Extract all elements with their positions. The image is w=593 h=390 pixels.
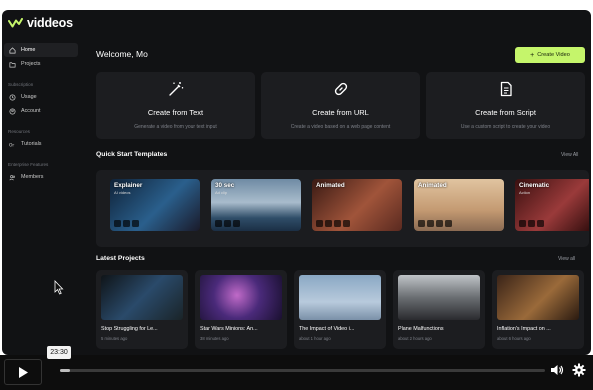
sidebar-section-title: Enterprise Features [8, 162, 49, 167]
template-badges [418, 220, 452, 227]
template-badges [316, 220, 350, 227]
sidebar-item-label: Tutorials [21, 141, 42, 147]
template-card-cinematic[interactable]: Cinematic Action [515, 179, 589, 231]
link-icon [334, 82, 348, 96]
project-thumbnail [497, 275, 579, 320]
project-card[interactable]: Star Wars Minions: An... 38 minutes ago [195, 270, 287, 349]
play-button[interactable] [4, 359, 42, 385]
mouse-cursor-icon [54, 280, 64, 295]
progress-bar[interactable] [60, 369, 545, 372]
template-badges [215, 220, 240, 227]
sidebar-item-label: Projects [21, 61, 41, 67]
template-subtitle: Action [519, 190, 531, 195]
project-thumbnail [200, 275, 282, 320]
app-window: viddeos Home Projects Subscription Usage… [2, 10, 591, 355]
template-name: Animated [316, 182, 345, 189]
templates-carousel: Explainer AI videos 30 sec Ad clip Anima… [96, 170, 589, 247]
projects-section-title: Latest Projects [96, 255, 145, 262]
tutorials-icon: Or [9, 142, 14, 148]
create-from-url-card[interactable]: Create from URL Create a video based on … [261, 72, 420, 139]
template-card-explainer[interactable]: Explainer AI videos [110, 179, 200, 231]
create-video-button[interactable]: + Create Video [515, 47, 585, 63]
project-time: about 1 hour ago [299, 336, 331, 341]
project-title: Plane Malfunctions [398, 326, 444, 332]
template-badges [519, 220, 544, 227]
card-title: Create from Script [475, 108, 536, 117]
templates-section-title: Quick Start Templates [96, 151, 168, 158]
progress-fill [60, 369, 70, 372]
template-card-30-sec[interactable]: 30 sec Ad clip [211, 179, 301, 231]
time-tooltip: 23:30 [47, 346, 71, 359]
project-time: 38 minutes ago [200, 336, 229, 341]
project-thumbnail [299, 275, 381, 320]
svg-text:Or: Or [9, 142, 14, 148]
template-name: Animated [418, 182, 447, 189]
template-name: Cinematic [519, 182, 550, 189]
members-icon [9, 174, 16, 180]
project-time: about 6 hours ago [497, 336, 531, 341]
create-from-text-card[interactable]: Create from Text Generate a video from y… [96, 72, 255, 139]
card-description: Create a video based on a web page conte… [290, 124, 391, 130]
create-video-label: Create Video [537, 52, 570, 58]
template-name: Explainer [114, 182, 143, 189]
screen: viddeos Home Projects Subscription Usage… [0, 0, 593, 390]
app-logo[interactable]: viddeos [8, 16, 73, 30]
sidebar-item-label: Members [21, 174, 44, 180]
sidebar-item-account[interactable]: Account [4, 104, 78, 118]
create-from-script-card[interactable]: Create from Script Use a custom script t… [426, 72, 585, 139]
project-card[interactable]: Stop Struggling for Le... 5 minutes ago [96, 270, 188, 349]
script-icon [500, 81, 512, 97]
sidebar-item-usage[interactable]: Usage [4, 90, 78, 104]
sidebar-section-title: Subscription [8, 82, 34, 87]
project-time: about 2 hours ago [398, 336, 432, 341]
plus-icon: + [530, 51, 535, 59]
play-icon [19, 366, 28, 378]
welcome-heading: Welcome, Mo [96, 49, 148, 59]
project-card[interactable]: The Impact of Video i... about 1 hour ag… [294, 270, 386, 349]
template-name: 30 sec [215, 182, 235, 189]
app-name: viddeos [27, 16, 73, 30]
project-thumbnail [398, 275, 480, 320]
project-card[interactable]: Inflation's Impact on ... about 6 hours … [492, 270, 584, 349]
logo-mark-icon [8, 18, 23, 28]
card-title: Create from URL [312, 108, 369, 117]
settings-gear-icon[interactable] [572, 363, 586, 377]
template-badges [114, 220, 139, 227]
folder-icon [9, 61, 16, 67]
sidebar: Home Projects Subscription Usage Account… [2, 42, 82, 355]
project-title: Inflation's Impact on ... [497, 326, 551, 332]
project-title: Stop Struggling for Le... [101, 326, 158, 332]
project-thumbnail [101, 275, 183, 320]
clock-icon [9, 94, 16, 100]
sidebar-item-members[interactable]: Members [4, 170, 78, 184]
template-card-animated-2[interactable]: Animated [414, 179, 504, 231]
sidebar-section-title: Resources [8, 129, 30, 134]
video-player-controls: 23:30 [0, 346, 593, 390]
magic-wand-icon [169, 82, 184, 96]
template-subtitle: Ad clip [215, 190, 228, 195]
templates-view-all-link[interactable]: View All [561, 152, 578, 158]
template-subtitle: AI videos [114, 190, 131, 195]
card-title: Create from Text [147, 108, 204, 117]
projects-view-all-link[interactable]: View all [558, 256, 575, 262]
volume-icon[interactable] [550, 363, 564, 377]
project-title: The Impact of Video i... [299, 326, 355, 332]
home-icon [9, 46, 16, 53]
project-title: Star Wars Minions: An... [200, 326, 258, 332]
sidebar-item-home[interactable]: Home [4, 43, 78, 57]
project-card[interactable]: Plane Malfunctions about 2 hours ago [393, 270, 485, 349]
card-description: Generate a video from your text input [134, 124, 217, 130]
sidebar-item-label: Usage [21, 94, 37, 100]
sidebar-item-tutorials[interactable]: Or Tutorials [4, 137, 78, 151]
project-time: 5 minutes ago [101, 336, 128, 341]
card-description: Use a custom script to create your video [460, 124, 551, 130]
template-card-animated-1[interactable]: Animated [312, 179, 402, 231]
sidebar-item-label: Home [21, 47, 36, 53]
sidebar-item-projects[interactable]: Projects [4, 57, 78, 71]
user-icon [9, 108, 16, 114]
sidebar-item-label: Account [21, 108, 41, 114]
